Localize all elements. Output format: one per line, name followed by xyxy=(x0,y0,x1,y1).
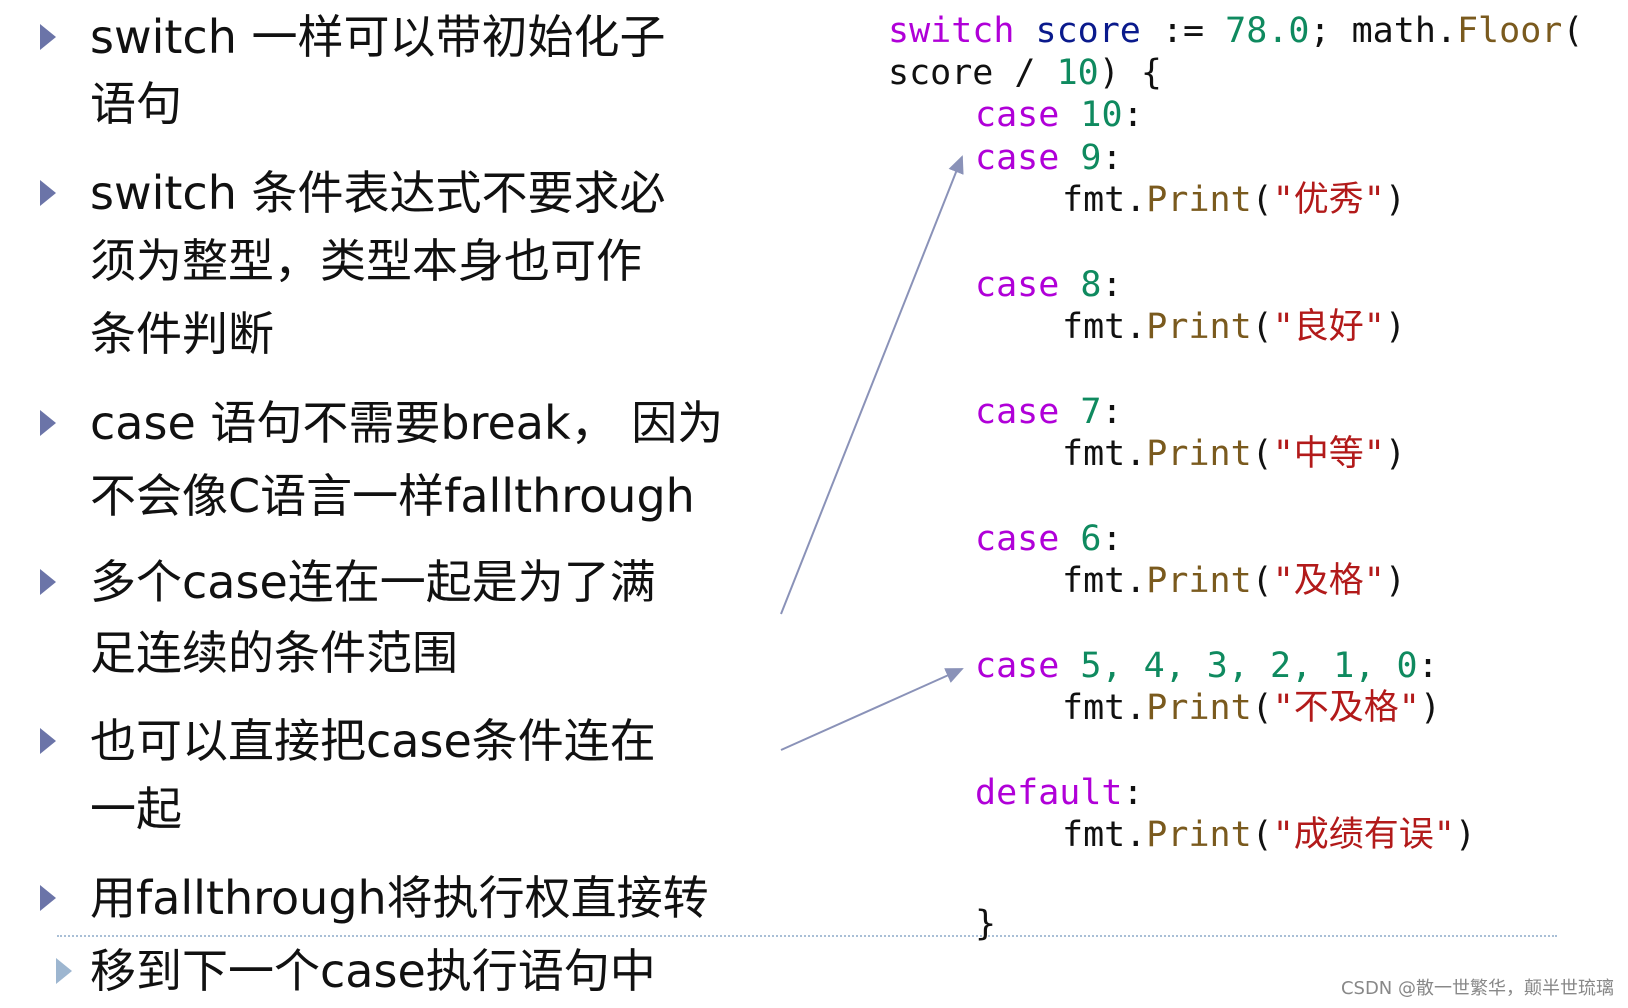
arrows xyxy=(780,155,964,751)
watermark: CSDN @散一世繁华，颠半世琉璃 xyxy=(1340,978,1614,999)
arrow-to-case-multi xyxy=(780,668,964,751)
arrow-to-case-9 xyxy=(780,155,964,615)
